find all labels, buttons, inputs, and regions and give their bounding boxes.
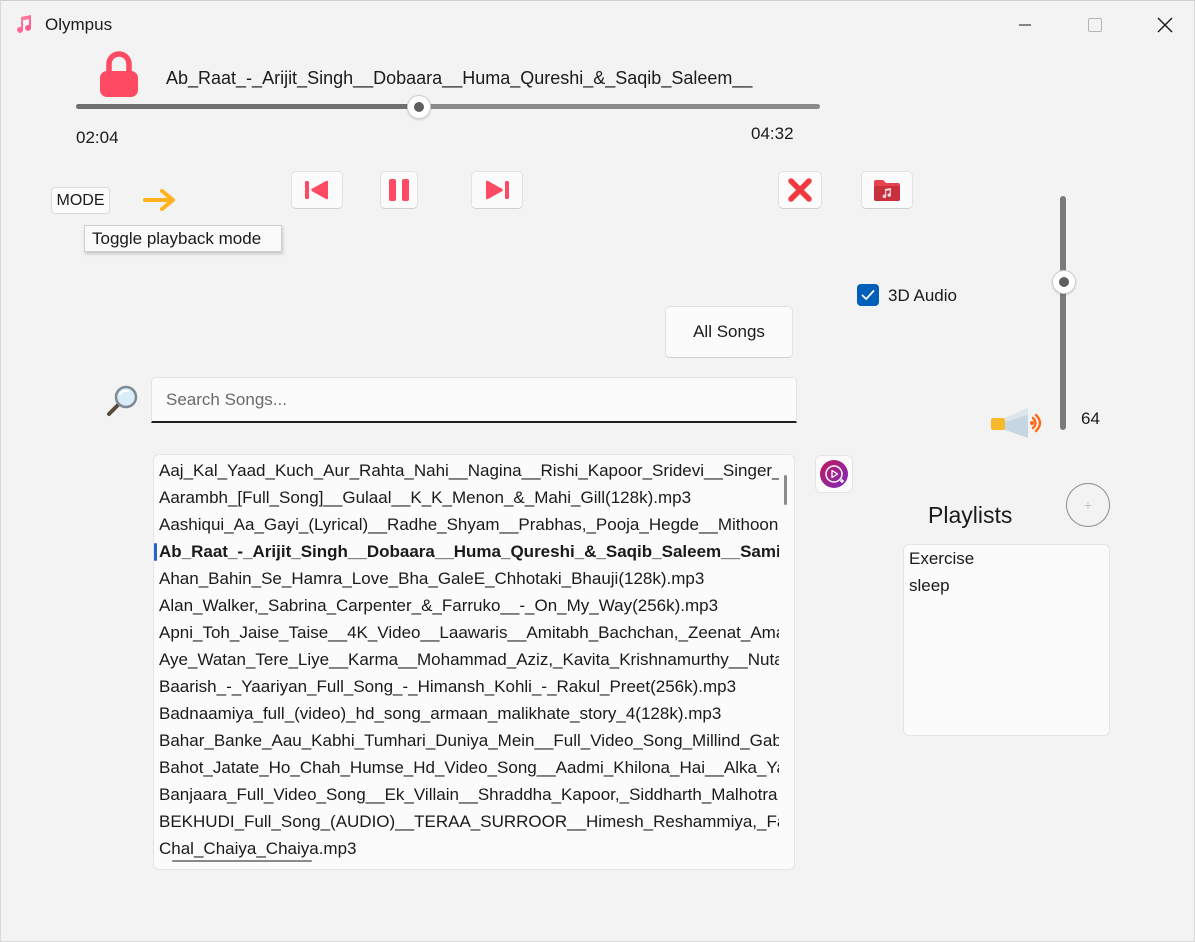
minimize-button[interactable] (990, 0, 1060, 50)
seek-progress (76, 104, 418, 109)
all-songs-button[interactable]: All Songs (665, 306, 793, 358)
song-list-item[interactable]: Baarish_-_Yaariyan_Full_Song_-_Himansh_K… (159, 673, 779, 700)
skip-next-icon (486, 180, 509, 200)
maximize-button[interactable] (1060, 0, 1130, 50)
mode-tooltip: Toggle playback mode (84, 225, 282, 252)
playlist-item[interactable]: Exercise (909, 549, 974, 569)
music-folder-icon (874, 180, 900, 201)
song-list-item[interactable]: Aaj_Kal_Yaad_Kuch_Aur_Rahta_Nahi__Nagina… (159, 457, 779, 484)
song-list-item[interactable]: Aye_Watan_Tere_Liye__Karma__Mohammad_Azi… (159, 646, 779, 673)
app-title: Olympus (45, 15, 113, 34)
previous-button[interactable] (291, 171, 343, 209)
add-to-playlist-button[interactable] (815, 455, 853, 493)
playlists-list[interactable]: Exercise sleep (903, 544, 1110, 736)
minimize-icon (1019, 24, 1031, 26)
seek-thumb[interactable] (407, 95, 431, 119)
music-note-app-icon (17, 15, 32, 33)
next-button[interactable] (471, 171, 523, 209)
search-icon (107, 385, 138, 416)
skip-previous-icon (305, 180, 328, 200)
current-time: 02:04 (76, 128, 119, 147)
song-list-item[interactable]: Alan_Walker,_Sabrina_Carpenter_&_Farruko… (159, 592, 779, 619)
open-folder-button[interactable] (861, 171, 913, 209)
lock-icon[interactable] (99, 50, 139, 98)
song-list-item[interactable]: Aarambh_[Full_Song]__Gulaal__K_K_Menon_&… (159, 484, 779, 511)
volume-thumb[interactable] (1052, 270, 1076, 294)
volume-slider[interactable] (1060, 196, 1066, 430)
speaker-icon[interactable] (990, 406, 1050, 440)
arrow-right-icon (143, 189, 175, 211)
close-window-icon (1157, 17, 1173, 33)
close-window-button[interactable] (1130, 0, 1195, 50)
song-list-item[interactable]: BEKHUDI_Full_Song_(AUDIO)__TERAA_SURROOR… (159, 808, 779, 835)
pause-icon (389, 179, 409, 201)
playlist-item[interactable]: sleep (909, 576, 950, 596)
checkmark-icon (861, 290, 875, 300)
volume-value: 64 (1081, 409, 1100, 428)
add-to-playlist-icon (820, 460, 848, 488)
song-list-item[interactable]: Bahar_Banke_Aau_Kabhi_Tumhari_Duniya_Mei… (159, 727, 779, 754)
songs-list[interactable]: Aaj_Kal_Yaad_Kuch_Aur_Rahta_Nahi__Nagina… (153, 454, 795, 870)
total-time: 04:32 (751, 124, 794, 143)
search-input[interactable] (151, 377, 797, 423)
vertical-scrollbar[interactable] (784, 475, 787, 505)
seek-slider[interactable] (76, 95, 820, 119)
song-list-item[interactable]: Apni_Toh_Jaise_Taise__4K_Video__Laawaris… (159, 619, 779, 646)
song-list-item[interactable]: Banjaara_Full_Video_Song__Ek_Villain__Sh… (159, 781, 779, 808)
3d-audio-checkbox[interactable] (857, 284, 879, 306)
song-list-item[interactable]: Aashiqui_Aa_Gayi_(Lyrical)__Radhe_Shyam_… (159, 511, 779, 538)
song-list-item[interactable]: Ab_Raat_-_Arijit_Singh__Dobaara__Huma_Qu… (159, 538, 779, 565)
close-icon (788, 178, 812, 202)
song-list-item[interactable]: Chal_Chaiya_Chaiya.mp3 (159, 835, 779, 862)
song-list-item[interactable]: Ahan_Bahin_Se_Hamra_Love_Bha_GaleE_Chhot… (159, 565, 779, 592)
song-list-item[interactable]: Bahot_Jatate_Ho_Chah_Humse_Hd_Video_Song… (159, 754, 779, 781)
3d-audio-label: 3D Audio (888, 286, 957, 305)
stop-close-button[interactable] (778, 171, 822, 209)
title-bar[interactable]: Olympus (0, 0, 1195, 50)
maximize-icon (1088, 18, 1102, 32)
now-playing-title: Ab_Raat_-_Arijit_Singh__Dobaara__Huma_Qu… (166, 68, 753, 88)
pause-button[interactable] (380, 171, 418, 209)
mode-button[interactable]: MODE (51, 187, 110, 214)
playlists-title: Playlists (928, 502, 1013, 528)
add-playlist-button[interactable]: + (1066, 483, 1110, 527)
song-list-item[interactable]: Badnaamiya_full_(video)_hd_song_armaan_m… (159, 700, 779, 727)
selection-indicator (154, 543, 157, 561)
